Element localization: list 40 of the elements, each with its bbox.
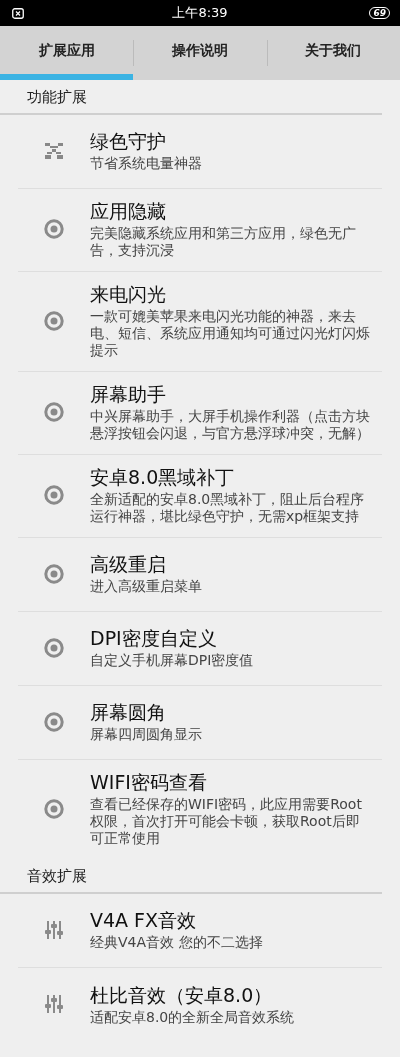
tab[interactable]: 关于我们 <box>266 26 400 80</box>
target-icon <box>44 711 64 732</box>
section-header: 音效扩展 <box>27 867 87 886</box>
tab[interactable]: 扩展应用 <box>0 26 134 80</box>
feature-description: 节省系统电量神器 <box>90 155 203 172</box>
feature-title[interactable]: 屏幕助手 <box>90 382 372 406</box>
feature-title[interactable]: WIFI密码查看 <box>90 770 372 794</box>
feature-description: 完美隐藏系统应用和第三方应用，绿色无广告，支持沉浸 <box>90 225 357 259</box>
feature-title[interactable]: 杜比音效（安卓8.0） <box>90 982 372 1007</box>
feature-description: 经典V4A音效 您的不二选择 <box>90 934 264 951</box>
feature-description: 查看已经保存的WIFI密码，此应用需要Root权限，首次打开可能会卡顿，获取Root后即可正常使用 <box>90 796 363 847</box>
feature-title[interactable]: 来电闪光 <box>90 282 372 306</box>
feature-title[interactable]: 高级重启 <box>90 552 372 576</box>
feature-description: 进入高级重启菜单 <box>90 578 203 595</box>
feature-description: 自定义手机屏幕DPI密度值 <box>90 652 255 669</box>
target-icon <box>44 563 64 584</box>
status-time: 上午8:39 <box>172 5 228 20</box>
section-header: 功能扩展 <box>27 88 87 107</box>
feature-description: 中兴屏幕助手，大屏手机操作利器（点击方块悬浮按钮会闪退，与官方悬浮球冲突，无解） <box>90 408 371 442</box>
feature-title[interactable]: 绿色守护 <box>90 129 372 153</box>
feature-description: 屏幕四周圆角显示 <box>90 726 203 743</box>
feature-title[interactable]: DPI密度自定义 <box>90 626 372 650</box>
chain-link-icon <box>45 142 63 159</box>
feature-title[interactable]: 应用隐藏 <box>90 199 372 223</box>
tab[interactable]: 操作说明 <box>133 26 267 80</box>
feature-title[interactable]: 屏幕圆角 <box>90 700 372 724</box>
target-icon <box>44 402 64 422</box>
target-icon <box>44 310 64 331</box>
feature-title[interactable]: V4A FX音效 <box>90 908 372 932</box>
target-icon <box>44 485 64 505</box>
close-icon <box>12 7 24 19</box>
feature-description: 全新适配的安卓8.0黑域补丁，阻止后台程序运行神器，堪比绿色守护，无需xp框架支持 <box>90 491 366 525</box>
target-icon <box>44 637 64 658</box>
equalizer-icon <box>45 995 63 1013</box>
target-icon <box>44 219 64 239</box>
feature-description: 一款可媲美苹果来电闪光功能的神器，来去电、短信、系统应用通知均可通过闪光灯闪烁提示 <box>90 308 371 359</box>
equalizer-icon <box>45 920 63 939</box>
feature-title[interactable]: 安卓8.0黑域补丁 <box>90 465 372 489</box>
feature-description: 适配安卓8.0的全新全局音效系统 <box>90 1008 296 1026</box>
target-icon <box>44 798 64 819</box>
